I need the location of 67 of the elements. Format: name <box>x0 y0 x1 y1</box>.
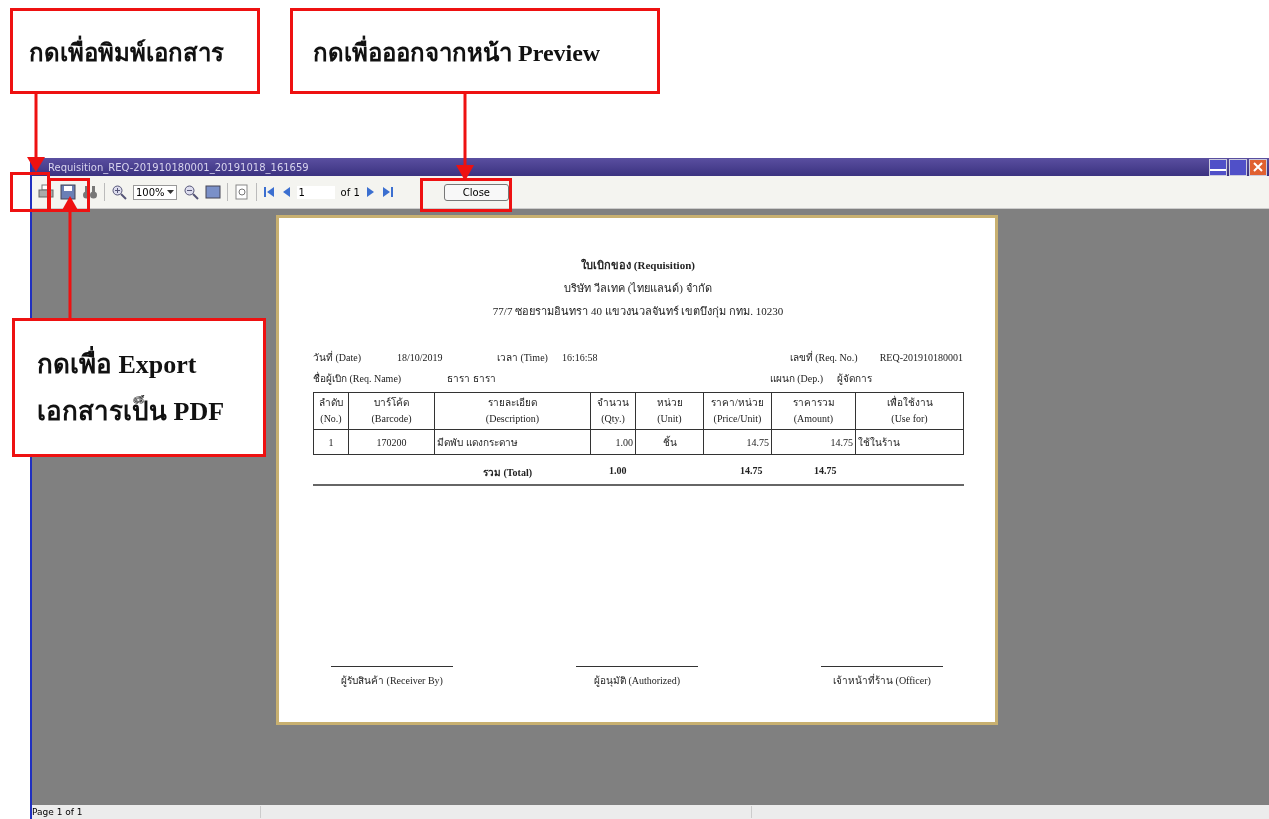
close-button[interactable]: Close <box>443 183 510 201</box>
total-value: 1.00 <box>609 465 628 478</box>
field-value: ผู้จัดการ <box>837 372 873 386</box>
next-page-icon[interactable] <box>365 186 376 198</box>
first-page-icon[interactable] <box>262 186 275 198</box>
field-value: 16:16:58 <box>561 352 598 363</box>
field-label: แผนก (Dep.) <box>769 372 823 386</box>
company-address: 77/7 ซอยรามอินทรา 40 แขวงนวลจันทร์ เขตบึงกุ่ม กทม. 10230 <box>492 304 784 320</box>
column-header: หน่วย <box>635 392 704 411</box>
table-cell: 1.00 <box>590 429 636 455</box>
field-label: ชื่อผู้เบิก (Req. Name) <box>313 371 403 386</box>
callout-label: กดเพื่อพิมพ์เอกสาร <box>10 8 260 94</box>
field-label: วันที่ (Date) <box>313 350 363 365</box>
caret-icon <box>166 190 174 194</box>
highlight-frame <box>10 172 50 212</box>
report-title: ใบเบิกของ (Requisition) <box>581 257 695 273</box>
binoculars-icon[interactable] <box>82 184 98 200</box>
company-name: บริษัท วีลเทค (ไทยแลนด์) จำกัด <box>564 281 712 296</box>
minimize-icon[interactable] <box>1209 158 1227 176</box>
callout-label: กดเพื่อ Export เอกสารเป็น PDF <box>12 318 266 457</box>
total-value: 14.75 <box>814 465 837 478</box>
column-header: เพื่อใช้งาน <box>855 392 964 411</box>
column-header: (Qty.) <box>590 411 636 430</box>
table-cell: 170200 <box>348 429 435 455</box>
zoom-out-icon[interactable] <box>182 184 199 200</box>
column-header: รายละเอียด <box>434 392 591 411</box>
table-cell: 14.75 <box>771 429 856 455</box>
column-header: จำนวน <box>590 392 636 411</box>
column-header: ราคารวม <box>771 392 856 411</box>
column-header: (Description) <box>434 411 591 430</box>
window-title: Requisition_REQ-201910180001_20191018_161659 <box>48 161 309 173</box>
restore-icon[interactable] <box>1229 158 1247 176</box>
field-label: เลขที่ (Req. No.) <box>789 350 859 365</box>
close-icon[interactable] <box>1249 158 1267 176</box>
column-header: ราคา/หน่วย <box>703 392 772 411</box>
printer-icon[interactable] <box>38 184 54 200</box>
page-number-field[interactable]: 1 <box>296 185 335 199</box>
column-header: ลำดับ <box>313 392 349 411</box>
callout-label: กดเพื่อออกจากหน้า Preview <box>290 8 660 94</box>
table-cell: 1 <box>313 429 349 455</box>
signature-label: เจ้าหน้าที่ร้าน (Officer) <box>833 673 931 688</box>
field-label: เวลา (Time) <box>497 351 548 365</box>
table-cell: ใช้ในร้าน <box>855 429 964 455</box>
total-value: 14.75 <box>740 465 764 478</box>
page-status: Page 1 of 1 <box>32 807 84 817</box>
column-header: (Use for) <box>855 411 964 430</box>
signature-label: ผู้อนุมัติ (Authorized) <box>593 674 681 688</box>
column-header: (Unit) <box>635 411 704 430</box>
column-header: (Barcode) <box>348 411 435 430</box>
table-cell: มีดพับ แดงกระดาษ <box>434 429 591 455</box>
field-value: REQ-201910180001 <box>879 352 963 363</box>
zoom-dropdown[interactable]: 100% <box>133 184 177 200</box>
total-label: รวม (Total) <box>483 466 534 480</box>
table-cell: ชิ้น <box>635 429 704 455</box>
column-header: (Price/Unit) <box>703 411 772 430</box>
signature-label: ผู้รับสินค้า (Receiver By) <box>341 674 443 688</box>
last-page-icon[interactable] <box>381 186 394 198</box>
page-count: of 1 <box>340 186 360 198</box>
column-header: (No.) <box>313 411 349 430</box>
field-value: 18/10/2019 <box>397 352 444 363</box>
zoom-in-icon[interactable] <box>111 184 127 200</box>
field-value: ธารา ธารา <box>447 372 496 386</box>
table-cell: 14.75 <box>703 429 772 455</box>
document-search-icon[interactable] <box>233 184 250 200</box>
column-header: (Amount) <box>771 411 856 430</box>
page-width-icon[interactable] <box>204 185 221 199</box>
column-header: บาร์โค้ด <box>348 392 435 411</box>
